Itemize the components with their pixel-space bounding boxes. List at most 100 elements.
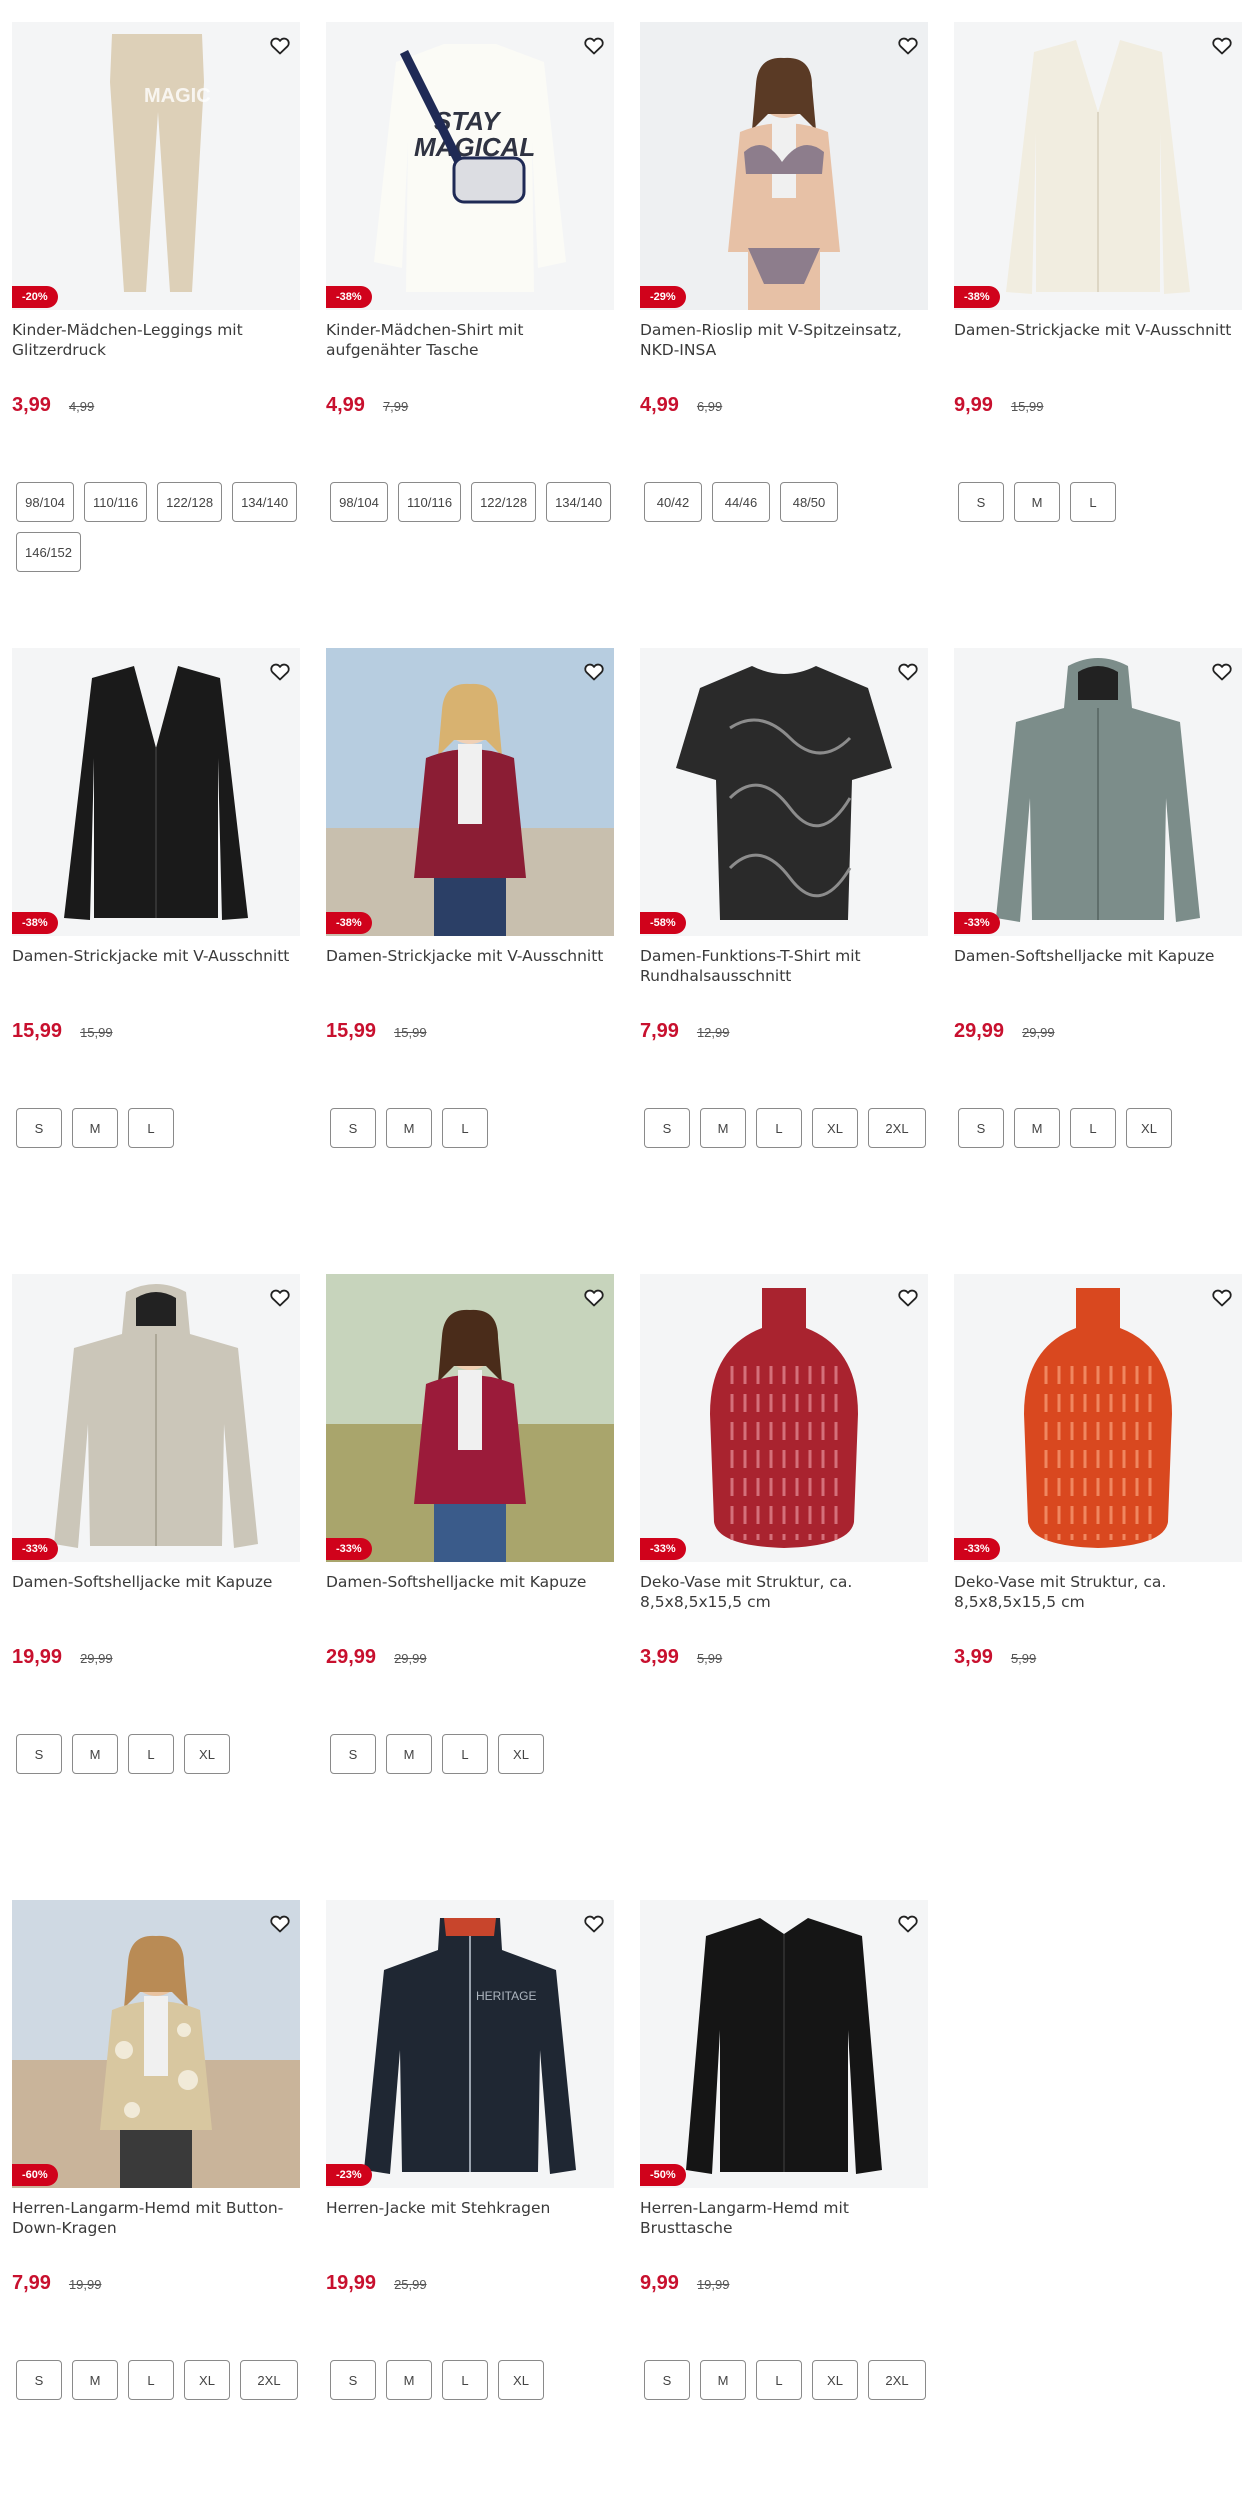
size-option-button[interactable]: M [386,1108,432,1148]
wishlist-button[interactable] [580,1910,608,1938]
product-card[interactable]: -33% Damen-Softshelljacke mit Kapuze 19,… [12,1274,300,1874]
product-image[interactable]: -60% [12,1900,300,2188]
product-image[interactable]: STAY MAGICAL -38% [326,22,614,310]
size-option-button[interactable]: 134/140 [546,482,612,522]
size-option-button[interactable]: S [958,1108,1004,1148]
size-option-button[interactable]: L [442,1734,488,1774]
product-card[interactable]: HERITAGE -23% Herren-Jacke mit Stehkrage… [326,1900,614,2500]
size-option-button[interactable]: M [72,1734,118,1774]
size-option-button[interactable]: XL [498,1734,544,1774]
size-option-button[interactable]: S [330,1734,376,1774]
product-card[interactable]: MAGIC -20% Kinder-Mädchen-Leggings mit G… [12,22,300,622]
product-title[interactable]: Herren-Jacke mit Stehkragen [326,2198,612,2218]
product-card[interactable]: -50% Herren-Langarm-Hemd mit Brusttasche… [640,1900,928,2500]
size-option-button[interactable]: 110/116 [84,482,148,522]
product-title[interactable]: Deko-Vase mit Struktur, ca. 8,5x8,5x15,5… [640,1572,926,1612]
wishlist-button[interactable] [1208,1284,1236,1312]
size-option-button[interactable]: 98/104 [16,482,74,522]
product-title[interactable]: Damen-Softshelljacke mit Kapuze [12,1572,298,1592]
size-option-button[interactable]: XL [812,1108,858,1148]
size-option-button[interactable]: S [16,1108,62,1148]
size-option-button[interactable]: L [128,1108,174,1148]
product-card[interactable]: -33% Deko-Vase mit Struktur, ca. 8,5x8,5… [954,1274,1242,1874]
size-option-button[interactable]: S [16,2360,62,2400]
size-option-button[interactable]: L [128,1734,174,1774]
size-option-button[interactable]: L [1070,482,1116,522]
wishlist-button[interactable] [894,1284,922,1312]
wishlist-button[interactable] [1208,32,1236,60]
product-image[interactable]: MAGIC -20% [12,22,300,310]
size-option-button[interactable]: 122/128 [157,482,223,522]
size-option-button[interactable]: 98/104 [330,482,388,522]
size-option-button[interactable]: M [72,1108,118,1148]
product-title[interactable]: Herren-Langarm-Hemd mit Brusttasche [640,2198,926,2238]
product-card[interactable]: STAY MAGICAL -38% Kinder-Mädchen-Shirt mi… [326,22,614,622]
size-option-button[interactable]: M [700,1108,746,1148]
product-title[interactable]: Kinder-Mädchen-Leggings mit Glitzerdruck [12,320,298,360]
product-image[interactable]: -33% [954,1274,1242,1562]
size-option-button[interactable]: XL [498,2360,544,2400]
size-option-button[interactable]: 2XL [240,2360,298,2400]
product-card[interactable]: -38% Damen-Strickjacke mit V-Ausschnitt … [12,648,300,1248]
product-image[interactable]: -38% [954,22,1242,310]
product-title[interactable]: Damen-Strickjacke mit V-Ausschnitt [954,320,1240,340]
product-image[interactable]: -33% [954,648,1242,936]
wishlist-button[interactable] [1208,658,1236,686]
product-title[interactable]: Damen-Strickjacke mit V-Ausschnitt [12,946,298,966]
size-option-button[interactable]: 2XL [868,2360,926,2400]
size-option-button[interactable]: 146/152 [16,532,81,572]
size-option-button[interactable]: XL [184,2360,230,2400]
product-title[interactable]: Damen-Softshelljacke mit Kapuze [326,1572,612,1592]
product-card[interactable]: -33% Damen-Softshelljacke mit Kapuze 29,… [954,648,1242,1248]
product-card[interactable]: -29% Damen-Rioslip mit V-Spitzeinsatz, N… [640,22,928,622]
product-image[interactable]: -58% [640,648,928,936]
size-option-button[interactable]: M [72,2360,118,2400]
size-option-button[interactable]: L [756,2360,802,2400]
size-option-button[interactable]: M [386,1734,432,1774]
product-image[interactable]: -33% [326,1274,614,1562]
product-title[interactable]: Kinder-Mädchen-Shirt mit aufgenähter Tas… [326,320,612,360]
size-option-button[interactable]: 110/116 [398,482,462,522]
size-option-button[interactable]: S [958,482,1004,522]
size-option-button[interactable]: L [128,2360,174,2400]
size-option-button[interactable]: L [442,2360,488,2400]
wishlist-button[interactable] [266,1284,294,1312]
size-option-button[interactable]: S [330,1108,376,1148]
size-option-button[interactable]: S [644,2360,690,2400]
size-option-button[interactable]: 122/128 [471,482,537,522]
size-option-button[interactable]: 2XL [868,1108,926,1148]
size-option-button[interactable]: 40/42 [644,482,702,522]
size-option-button[interactable]: M [700,2360,746,2400]
size-option-button[interactable]: L [442,1108,488,1148]
size-option-button[interactable]: XL [1126,1108,1172,1148]
wishlist-button[interactable] [894,1910,922,1938]
product-title[interactable]: Damen-Strickjacke mit V-Ausschnitt [326,946,612,966]
size-option-button[interactable]: S [644,1108,690,1148]
product-card[interactable]: -33% Damen-Softshelljacke mit Kapuze 29,… [326,1274,614,1874]
product-card[interactable]: -38% Damen-Strickjacke mit V-Ausschnitt … [954,22,1242,622]
wishlist-button[interactable] [580,32,608,60]
product-card[interactable]: -58% Damen-Funktions-T-Shirt mit Rundhal… [640,648,928,1248]
product-image[interactable]: -38% [12,648,300,936]
size-option-button[interactable]: XL [812,2360,858,2400]
size-option-button[interactable]: M [386,2360,432,2400]
product-image[interactable]: -33% [640,1274,928,1562]
wishlist-button[interactable] [894,658,922,686]
size-option-button[interactable]: S [330,2360,376,2400]
size-option-button[interactable]: M [1014,482,1060,522]
product-card[interactable]: -33% Deko-Vase mit Struktur, ca. 8,5x8,5… [640,1274,928,1874]
product-card[interactable]: -38% Damen-Strickjacke mit V-Ausschnitt … [326,648,614,1248]
wishlist-button[interactable] [580,1284,608,1312]
product-title[interactable]: Deko-Vase mit Struktur, ca. 8,5x8,5x15,5… [954,1572,1240,1612]
product-title[interactable]: Damen-Rioslip mit V-Spitzeinsatz, NKD-IN… [640,320,926,360]
product-image[interactable]: HERITAGE -23% [326,1900,614,2188]
product-title[interactable]: Damen-Softshelljacke mit Kapuze [954,946,1240,966]
wishlist-button[interactable] [266,1910,294,1938]
product-image[interactable]: -38% [326,648,614,936]
size-option-button[interactable]: M [1014,1108,1060,1148]
size-option-button[interactable]: 134/140 [232,482,298,522]
wishlist-button[interactable] [266,658,294,686]
product-card[interactable]: -60% Herren-Langarm-Hemd mit Button-Down… [12,1900,300,2500]
wishlist-button[interactable] [266,32,294,60]
wishlist-button[interactable] [894,32,922,60]
